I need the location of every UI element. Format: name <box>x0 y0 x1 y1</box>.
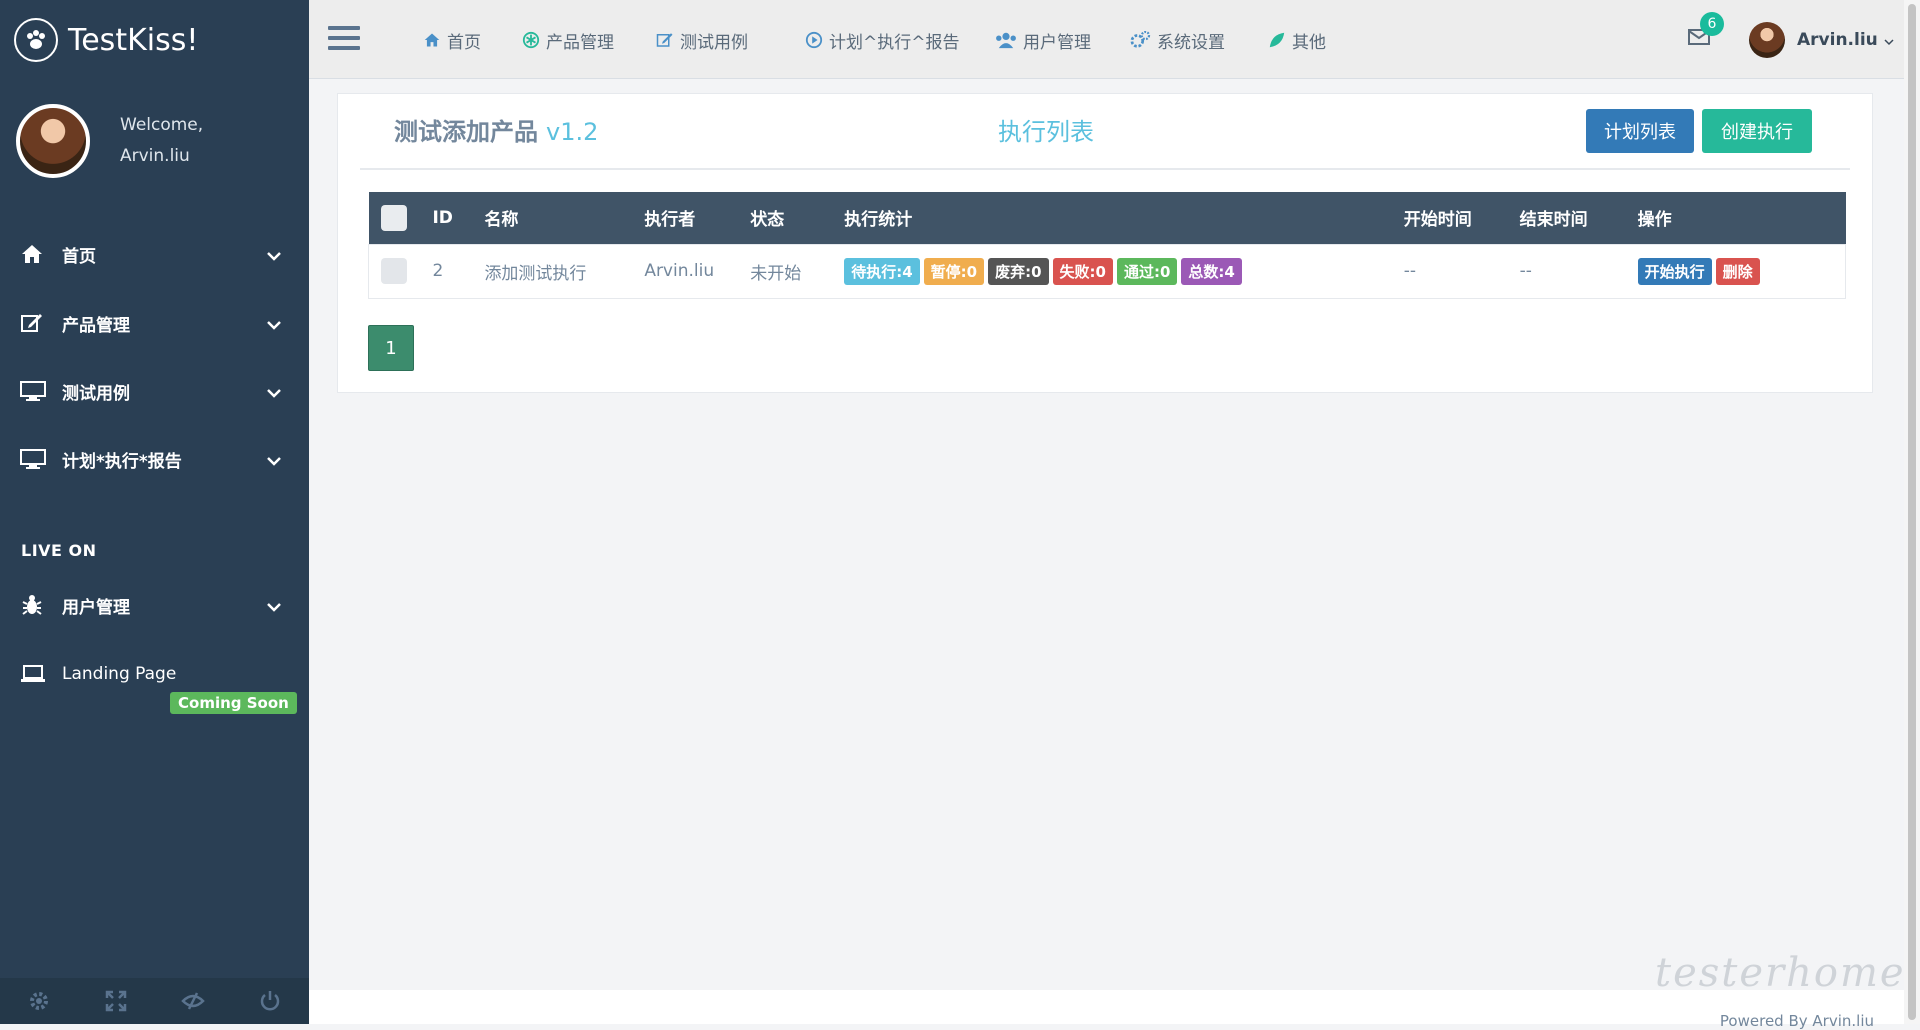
avatar <box>16 104 90 178</box>
bug-icon <box>20 593 50 617</box>
app-name: TestKiss! <box>68 22 199 58</box>
play-circle-icon <box>805 31 823 49</box>
topnav-item-users[interactable]: 用户管理 <box>995 28 1091 53</box>
home-icon <box>20 243 50 265</box>
app-logo[interactable]: TestKiss! <box>14 18 198 62</box>
stat-total-badge: 总数:4 <box>1181 257 1242 285</box>
chevron-down-icon <box>1884 31 1894 50</box>
col-id: ID <box>432 207 453 228</box>
edit-icon <box>20 312 50 334</box>
eye-slash-icon[interactable] <box>155 991 232 1011</box>
user-avatar <box>1749 22 1785 58</box>
profile: Welcome, Arvin.liu <box>16 104 203 178</box>
stat-discarded-badge: 废弃:0 <box>988 257 1049 285</box>
stat-passed-badge: 通过:0 <box>1116 257 1178 285</box>
chevron-down-icon <box>267 597 281 617</box>
start-execution-button[interactable]: 开始执行 <box>1637 257 1712 285</box>
row-checkbox[interactable] <box>381 258 407 284</box>
home-icon <box>424 33 440 47</box>
cell-id: 2 <box>432 261 444 281</box>
user-name: Arvin.liu <box>1797 30 1878 50</box>
table-header-row: ID 名称 执行者 状态 执行统计 开始时间 结束时间 操作 <box>368 192 1846 244</box>
sidebar-item-users[interactable]: 用户管理 <box>0 585 309 625</box>
cell-end-time: -- <box>1519 261 1532 281</box>
settings-icon[interactable] <box>0 990 77 1012</box>
version-label: v1.2 <box>546 118 599 146</box>
coming-soon-badge: Coming Soon <box>170 692 297 714</box>
page-title: 测试添加产品 v1.2 <box>394 118 599 146</box>
asterisk-icon <box>522 31 540 49</box>
stat-pending-badge: 待执行:4 <box>844 257 920 285</box>
topnav-item-product[interactable]: 产品管理 <box>522 28 614 53</box>
top-bar: 首页 产品管理 测试用例 计划^执行^报告 用户管理 系统设置 其他 6 Arv… <box>309 0 1904 79</box>
table-row: 2 添加测试执行 Arvin.liu 未开始 待执行:4 暂停:0 废弃:0 失败:0… <box>368 244 1846 298</box>
sidebar-item-home[interactable]: 首页 <box>0 234 309 274</box>
edit-icon <box>656 33 673 47</box>
welcome-text: Welcome, <box>120 115 204 135</box>
chevron-down-icon <box>267 383 281 403</box>
stat-paused-badge: 暂停:0 <box>923 257 985 285</box>
sidebar-item-product[interactable]: 产品管理 <box>0 303 309 343</box>
section-title-live-on: LIVE ON <box>21 541 97 560</box>
topnav-item-other[interactable]: 其他 <box>1268 28 1326 53</box>
leaf-icon <box>1269 32 1285 48</box>
col-name: 名称 <box>484 210 519 231</box>
fullscreen-icon[interactable] <box>77 990 154 1012</box>
plan-list-button[interactable]: 计划列表 <box>1586 109 1694 153</box>
watermark: testerhome.com <box>1655 950 1920 996</box>
col-end-time: 结束时间 <box>1519 210 1588 231</box>
cell-name: 添加测试执行 <box>484 263 587 284</box>
footer-text: Powered By Arvin.liu <box>1719 1012 1874 1030</box>
cogs-icon <box>1130 31 1151 48</box>
col-executor: 执行者 <box>644 210 696 231</box>
desktop-icon <box>20 448 50 470</box>
scrollbar-thumb[interactable] <box>1908 4 1916 1020</box>
topnav-item-settings[interactable]: 系统设置 <box>1129 28 1225 53</box>
cell-status: 未开始 <box>750 263 802 284</box>
chevron-down-icon <box>267 451 281 471</box>
topnav-item-plan[interactable]: 计划^执行^报告 <box>805 28 960 53</box>
sidebar-item-landing-page[interactable]: Landing Page <box>0 654 309 694</box>
delete-button[interactable]: 删除 <box>1715 257 1760 285</box>
paw-icon <box>14 18 58 62</box>
users-icon <box>996 32 1016 49</box>
col-start-time: 开始时间 <box>1403 210 1472 231</box>
profile-name: Arvin.liu <box>120 146 190 166</box>
col-actions: 操作 <box>1637 210 1672 231</box>
menu-toggle-icon[interactable] <box>328 26 360 52</box>
pagination-page-1[interactable]: 1 <box>368 325 414 371</box>
chevron-down-icon <box>267 246 281 266</box>
chevron-down-icon <box>267 315 281 335</box>
col-status: 状态 <box>750 210 785 231</box>
cell-executor: Arvin.liu <box>644 261 715 281</box>
laptop-icon <box>20 664 50 684</box>
create-execution-button[interactable]: 创建执行 <box>1702 109 1812 153</box>
sidebar-item-testcase[interactable]: 测试用例 <box>0 371 309 411</box>
execution-panel: 测试添加产品 v1.2 执行列表 计划列表 创建执行 ID 名称 执行者 状态 执… <box>337 93 1873 393</box>
power-icon[interactable] <box>232 990 309 1012</box>
select-all-checkbox[interactable] <box>380 204 407 231</box>
mail-count-badge: 6 <box>1700 12 1724 36</box>
stat-failed-badge: 失败:0 <box>1052 257 1113 285</box>
divider <box>360 168 1850 170</box>
user-menu[interactable]: Arvin.liu <box>1749 22 1894 58</box>
sidebar-footer <box>0 978 309 1024</box>
desktop-icon <box>20 380 50 402</box>
col-stats: 执行统计 <box>844 210 913 231</box>
execution-table: ID 名称 执行者 状态 执行统计 开始时间 结束时间 操作 2 添加测试执行 … <box>368 192 1846 299</box>
cell-start-time: -- <box>1403 261 1417 281</box>
list-title: 执行列表 <box>998 118 1094 146</box>
cell-stats: 待执行:4 暂停:0 废弃:0 失败:0 通过:0 总数:4 <box>844 244 1404 298</box>
cell-actions: 开始执行 删除 <box>1637 244 1846 298</box>
topnav-item-testcase[interactable]: 测试用例 <box>656 28 748 53</box>
sidebar-item-plan[interactable]: 计划*执行*报告 <box>0 439 309 479</box>
topnav-item-home[interactable]: 首页 <box>423 28 481 53</box>
sidebar: TestKiss! Welcome, Arvin.liu 首页 产品管理 测试用… <box>0 0 309 1024</box>
